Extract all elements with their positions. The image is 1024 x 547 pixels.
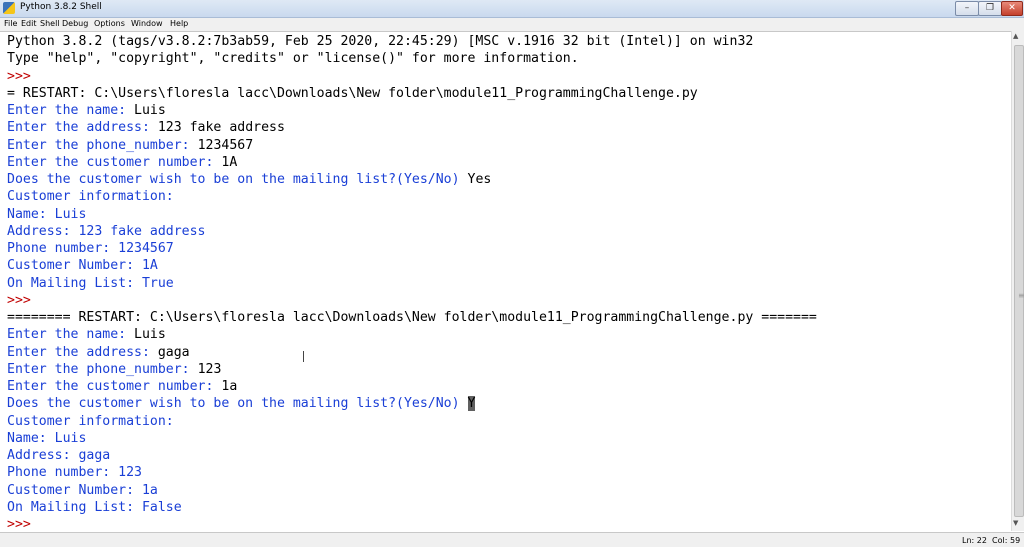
user-input: 1A xyxy=(221,154,238,170)
shell-line-text: Enter the customer number: xyxy=(7,154,222,170)
close-button[interactable]: ✕ xyxy=(1001,1,1023,16)
scroll-down-arrow-icon[interactable]: ▼ xyxy=(1013,519,1018,527)
user-input: 1234567 xyxy=(197,137,254,153)
shell-output-area[interactable]: Python 3.8.2 (tags/v3.8.2:7b3ab59, Feb 2… xyxy=(0,31,1011,532)
shell-line-text: >>> xyxy=(7,517,31,532)
user-input: Yes xyxy=(467,172,492,187)
maximize-button[interactable]: ❐ xyxy=(978,1,1002,16)
shell-line-text: Name: Luis xyxy=(7,206,87,222)
menu-debug[interactable]: Debug xyxy=(62,19,88,28)
shell-line-text: Address: 123 fake address xyxy=(7,223,206,239)
shell-line: Enter the address: 123 fake address xyxy=(7,119,285,136)
shell-line-text: >>> xyxy=(7,68,31,84)
shell-line: Customer information: xyxy=(7,413,174,430)
text-cursor-ibeam xyxy=(303,351,304,362)
shell-line-text: Python 3.8.2 (tags/v3.8.2:7b3ab59, Feb 2… xyxy=(7,34,754,49)
shell-line: Enter the phone_number: 1234567 xyxy=(7,137,253,154)
shell-line-text: Address: gaga xyxy=(7,448,111,463)
shell-line: = RESTART: C:\Users\floresla lacc\Downlo… xyxy=(7,85,698,102)
shell-line: Does the customer wish to be on the mail… xyxy=(7,171,491,188)
shell-line: Customer Number: 1A xyxy=(7,257,158,274)
user-input: 123 xyxy=(197,361,222,377)
user-input: Luis xyxy=(134,103,166,118)
shell-prompt: >>> xyxy=(7,68,31,85)
shell-line-text: On Mailing List: True xyxy=(7,275,174,291)
shell-line: Name: Luis xyxy=(7,430,86,447)
shell-line-text: ======== RESTART: C:\Users\floresla lacc… xyxy=(7,310,817,325)
user-input: 123 fake address xyxy=(157,120,285,136)
shell-line-text: Enter the name: xyxy=(7,103,135,118)
scroll-up-arrow-icon[interactable]: ▲ xyxy=(1013,32,1018,40)
shell-line: Enter the name: Luis xyxy=(7,102,166,119)
menu-window[interactable]: Window xyxy=(131,19,163,28)
shell-line: Name: Luis xyxy=(7,206,86,223)
shell-line-text: Customer Number: 1A xyxy=(7,258,158,274)
shell-line: On Mailing List: True xyxy=(7,275,174,292)
shell-line: Address: 123 fake address xyxy=(7,223,206,240)
scroll-thumb[interactable]: ≡ xyxy=(1014,45,1024,517)
shell-line-text: On Mailing List: False xyxy=(7,499,182,515)
shell-line: Customer Number: 1a xyxy=(7,482,158,499)
cursor-position: Ln: 22 Col: 59 xyxy=(962,536,1020,545)
shell-line-text: Phone number: 1234567 xyxy=(7,241,174,256)
menu-help[interactable]: Help xyxy=(170,19,188,28)
vertical-scrollbar[interactable]: ▲ ≡ ▼ xyxy=(1011,31,1024,531)
shell-line-text: >>> xyxy=(7,292,31,308)
shell-prompt: >>> xyxy=(7,516,31,533)
minimize-button[interactable]: – xyxy=(955,1,979,16)
shell-line: Address: gaga xyxy=(7,447,110,464)
window-title: Python 3.8.2 Shell xyxy=(20,2,102,12)
user-input: Luis xyxy=(134,327,166,343)
shell-line: Enter the customer number: 1A xyxy=(7,154,237,171)
shell-prompt: >>> xyxy=(7,292,31,309)
shell-line: Enter the name: Luis xyxy=(7,326,166,343)
shell-line-text: Does the customer wish to be on the mail… xyxy=(7,396,468,412)
menu-shell[interactable]: Shell xyxy=(40,19,60,28)
shell-line-text: = RESTART: C:\Users\floresla lacc\Downlo… xyxy=(7,85,698,101)
shell-line-text: Name: Luis xyxy=(7,430,87,446)
menu-edit[interactable]: Edit xyxy=(21,19,37,28)
shell-line-text: Does the customer wish to be on the mail… xyxy=(7,172,468,187)
shell-line-text: Customer Number: 1a xyxy=(7,482,158,498)
shell-line: ======== RESTART: C:\Users\floresla lacc… xyxy=(7,309,817,326)
status-line: Ln: 22 xyxy=(962,536,987,545)
shell-line: Phone number: 1234567 xyxy=(7,240,174,257)
shell-line: Type "help", "copyright", "credits" or "… xyxy=(7,50,579,67)
shell-line: Does the customer wish to be on the mail… xyxy=(7,395,476,412)
shell-line: Enter the customer number: 1a xyxy=(7,378,237,395)
shell-line-text: Customer information: xyxy=(7,189,174,205)
shell-line: Customer information: xyxy=(7,188,174,205)
status-col: Col: 59 xyxy=(992,536,1021,545)
shell-line-text: Enter the address: xyxy=(7,344,158,360)
shell-line-text: Customer information: xyxy=(7,413,174,429)
menu-options[interactable]: Options xyxy=(94,19,125,28)
shell-line-text: Enter the phone_number: xyxy=(7,361,198,377)
shell-line-text: Enter the customer number: xyxy=(7,379,222,394)
shell-line-text: Enter the address: xyxy=(7,120,158,136)
menu-bar: File Edit Shell Debug Options Window Hel… xyxy=(0,18,1024,31)
shell-line: Enter the phone_number: 123 xyxy=(7,361,221,378)
selected-user-input: Y xyxy=(467,396,476,412)
title-bar[interactable]: Python 3.8.2 Shell – ❐ ✕ xyxy=(0,0,1024,18)
grip-icon: ≡ xyxy=(1018,291,1024,300)
status-bar: Ln: 22 Col: 59 xyxy=(0,532,1024,547)
menu-file[interactable]: File xyxy=(4,19,17,28)
python-app-icon xyxy=(3,2,15,14)
shell-line-text: Type "help", "copyright", "credits" or "… xyxy=(7,51,579,67)
user-input: 1a xyxy=(221,379,238,394)
shell-line-text: Enter the phone_number: xyxy=(7,137,198,153)
shell-line: Python 3.8.2 (tags/v3.8.2:7b3ab59, Feb 2… xyxy=(7,33,753,50)
shell-line: Enter the address: gaga xyxy=(7,344,190,361)
shell-line: On Mailing List: False xyxy=(7,499,182,516)
user-input: gaga xyxy=(157,344,190,360)
shell-line-text: Phone number: 123 xyxy=(7,465,142,481)
shell-line: Phone number: 123 xyxy=(7,464,142,481)
shell-line-text: Enter the name: xyxy=(7,327,135,343)
